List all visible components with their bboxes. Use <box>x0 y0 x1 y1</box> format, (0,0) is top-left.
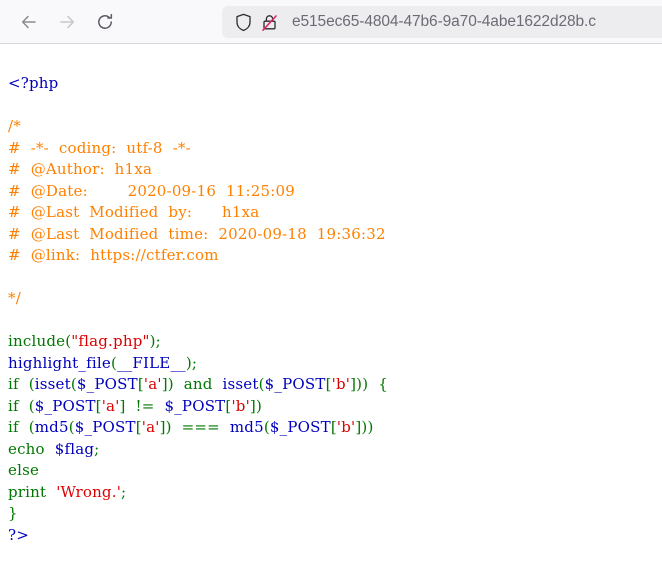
code-token-function: isset <box>222 375 259 393</box>
code-token-default <box>172 418 182 436</box>
code-token-default <box>126 397 136 415</box>
code-line: include("flag.php"); <box>8 331 662 353</box>
code-token-string: 'b' <box>336 418 356 436</box>
code-line: print 'Wrong.'; <box>8 482 662 504</box>
code-token-string: 'a' <box>141 418 160 436</box>
code-token-keyword: { <box>378 375 388 393</box>
forward-button[interactable] <box>50 5 84 39</box>
code-token-keyword: ]) <box>159 418 172 436</box>
code-token-keyword: and <box>183 375 213 393</box>
code-line: ?> <box>8 525 662 547</box>
code-token-keyword: ; <box>94 439 100 458</box>
code-line: # -*- coding: utf-8 -*- <box>8 138 662 160</box>
code-token-keyword: ]) <box>161 375 174 393</box>
code-token-function: __FILE__ <box>117 353 186 372</box>
url-bar[interactable]: e515ec65-4804-47b6-9a70-4abe1622d28b.c <box>222 6 662 38</box>
code-token-keyword: if <box>8 375 19 393</box>
code-token-default <box>19 397 29 415</box>
code-token-string: 'b' <box>331 375 351 393</box>
php-source-listing: <?php /* # -*- coding: utf-8 -*- # @Author… <box>0 59 662 546</box>
code-token-default <box>213 375 223 393</box>
code-line: echo $flag; <box>8 439 662 461</box>
code-token-variable: $flag <box>54 439 95 458</box>
code-token-variable: $_POST <box>264 375 326 393</box>
code-token-keyword: ]) <box>249 396 263 415</box>
code-token-variable: $_POST <box>76 375 138 393</box>
code-line: if ($_POST['a'] != $_POST['b']) <box>8 396 662 418</box>
lock-crossed-out-icon[interactable] <box>256 12 282 32</box>
code-token-default <box>174 375 184 393</box>
code-line: if (md5($_POST['a']) === md5($_POST['b']… <box>8 417 662 439</box>
code-token-default <box>155 397 165 415</box>
code-token-variable: $_POST <box>164 396 226 415</box>
code-token-keyword: print <box>8 482 47 501</box>
code-token-string: 'a' <box>101 396 120 415</box>
code-token-string: 'a' <box>143 375 162 393</box>
code-token-string: 'b' <box>231 396 250 415</box>
code-token-keyword: if <box>8 418 19 436</box>
code-token-function: isset <box>34 375 71 393</box>
code-token-comment: */ <box>8 289 21 307</box>
code-token-keyword: echo <box>8 439 45 458</box>
code-token-comment: # @Date: 2020-09-16 11:25:09 <box>8 181 295 200</box>
code-token-function: highlight_file <box>8 353 111 372</box>
shield-icon[interactable] <box>230 12 256 32</box>
code-token-default <box>220 418 230 436</box>
code-line: /* <box>8 116 662 138</box>
code-line: */ <box>8 288 662 310</box>
code-line: <?php <box>8 73 662 95</box>
code-token-string: "flag.php" <box>71 332 150 350</box>
code-token-default <box>46 483 56 501</box>
reload-button[interactable] <box>88 5 122 39</box>
code-token-keyword: include <box>8 332 66 350</box>
code-token-keyword: ])) <box>350 375 369 393</box>
code-token-tag: ?> <box>8 525 30 544</box>
arrow-right-icon <box>57 12 77 32</box>
code-token-keyword: else <box>8 461 40 479</box>
page-content: <?php /* # -*- coding: utf-8 -*- # @Author… <box>0 59 662 546</box>
code-token-tag: <?php <box>8 74 59 92</box>
code-token-default <box>368 375 378 393</box>
code-token-variable: $_POST <box>74 418 136 436</box>
code-token-keyword: ])) <box>355 418 374 436</box>
code-token-default <box>19 375 29 393</box>
code-line: # @Author: h1xa <box>8 159 662 181</box>
reload-icon <box>95 12 115 32</box>
code-line: # @Last Modified by: h1xa <box>8 202 662 224</box>
code-line: highlight_file(__FILE__); <box>8 353 662 375</box>
code-token-keyword: ); <box>185 353 198 372</box>
code-token-keyword: if <box>8 396 19 415</box>
arrow-left-icon <box>19 12 39 32</box>
code-token-keyword: ); <box>149 332 161 350</box>
code-token-default <box>45 440 55 458</box>
code-token-keyword: === <box>181 418 220 436</box>
code-token-comment: # -*- coding: utf-8 -*- <box>8 138 191 157</box>
code-line: if (isset($_POST['a']) and isset($_POST[… <box>8 374 662 396</box>
url-text[interactable]: e515ec65-4804-47b6-9a70-4abe1622d28b.c <box>292 13 596 31</box>
code-token-comment: # @Author: h1xa <box>8 160 153 178</box>
code-line: # @link: https://ctfer.com <box>8 245 662 267</box>
code-token-variable: $_POST <box>34 396 96 415</box>
code-token-keyword: } <box>8 504 18 522</box>
code-token-function: md5 <box>34 418 69 436</box>
code-token-comment: # @Last Modified time: 2020-09-18 19:36:… <box>8 224 386 243</box>
back-button[interactable] <box>12 5 46 39</box>
code-token-keyword: ; <box>121 482 127 501</box>
code-token-keyword: != <box>135 396 155 415</box>
code-line: } <box>8 503 662 525</box>
code-token-function: md5 <box>229 418 264 436</box>
code-line: else <box>8 460 662 482</box>
code-line: # @Last Modified time: 2020-09-18 19:36:… <box>8 224 662 246</box>
code-token-string: 'Wrong.' <box>56 482 122 501</box>
code-token-default <box>19 418 29 436</box>
code-token-comment: # @link: https://ctfer.com <box>8 246 219 264</box>
code-token-comment: /* <box>8 117 21 135</box>
code-token-variable: $_POST <box>269 418 331 436</box>
code-line: # @Date: 2020-09-16 11:25:09 <box>8 181 662 203</box>
code-token-comment: # @Last Modified by: h1xa <box>8 203 260 221</box>
browser-toolbar: e515ec65-4804-47b6-9a70-4abe1622d28b.c <box>0 0 662 44</box>
